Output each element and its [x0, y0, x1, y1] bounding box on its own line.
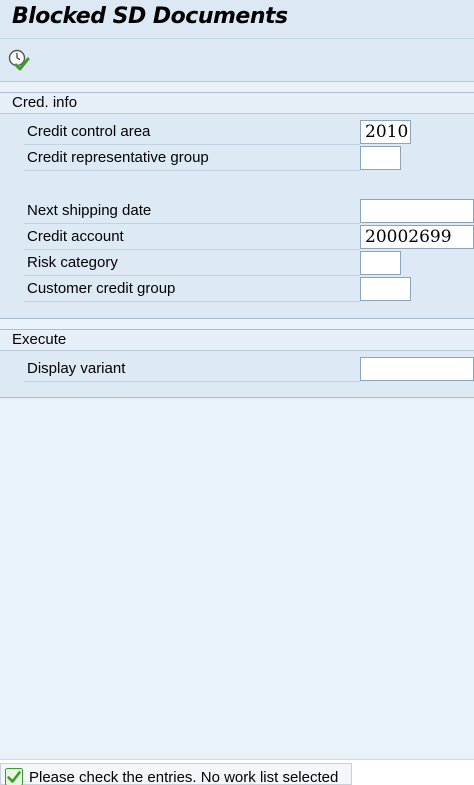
title-bar: Blocked SD Documents	[0, 0, 474, 38]
label-credit-account: Credit account	[24, 224, 360, 250]
execute-clock-check-icon	[8, 49, 30, 71]
row-credit-account: Credit account 20002699	[0, 224, 474, 250]
label-credit-representative-group: Credit representative group	[24, 145, 360, 171]
label-customer-credit-group: Customer credit group	[24, 276, 360, 302]
page-title: Blocked SD Documents	[12, 4, 288, 29]
group-execute: Execute Display variant	[0, 329, 474, 398]
credit-control-area-input[interactable]: 2010	[360, 120, 411, 144]
credit-account-input[interactable]: 20002699	[360, 225, 474, 249]
row-next-shipping-date: Next shipping date	[0, 198, 474, 224]
status-message-box[interactable]: Please check the entries. No work list s…	[0, 763, 352, 785]
row-credit-control-area: Credit control area 2010	[0, 119, 474, 145]
success-check-icon	[5, 768, 23, 785]
label-risk-category: Risk category	[24, 250, 360, 276]
row-credit-representative-group: Credit representative group	[0, 145, 474, 171]
group-title-execute: Execute	[0, 330, 474, 351]
group-title-cred-info: Cred. info	[0, 93, 474, 114]
row-risk-category: Risk category	[0, 250, 474, 276]
row-display-variant: Display variant	[0, 356, 474, 382]
label-display-variant: Display variant	[24, 356, 360, 382]
status-message: Please check the entries. No work list s…	[29, 769, 339, 785]
status-bar: Please check the entries. No work list s…	[0, 759, 474, 785]
label-next-shipping-date: Next shipping date	[24, 198, 360, 224]
label-credit-control-area: Credit control area	[24, 119, 360, 145]
application-toolbar	[0, 38, 474, 82]
risk-category-input[interactable]	[360, 251, 401, 275]
row-customer-credit-group: Customer credit group	[0, 276, 474, 302]
next-shipping-date-input[interactable]	[360, 199, 474, 223]
customer-credit-group-input[interactable]	[360, 277, 411, 301]
execute-button[interactable]	[6, 47, 32, 73]
group-cred-info: Cred. info Credit control area 2010 Cred…	[0, 92, 474, 319]
credit-representative-group-input[interactable]	[360, 146, 401, 170]
display-variant-input[interactable]	[360, 357, 474, 381]
